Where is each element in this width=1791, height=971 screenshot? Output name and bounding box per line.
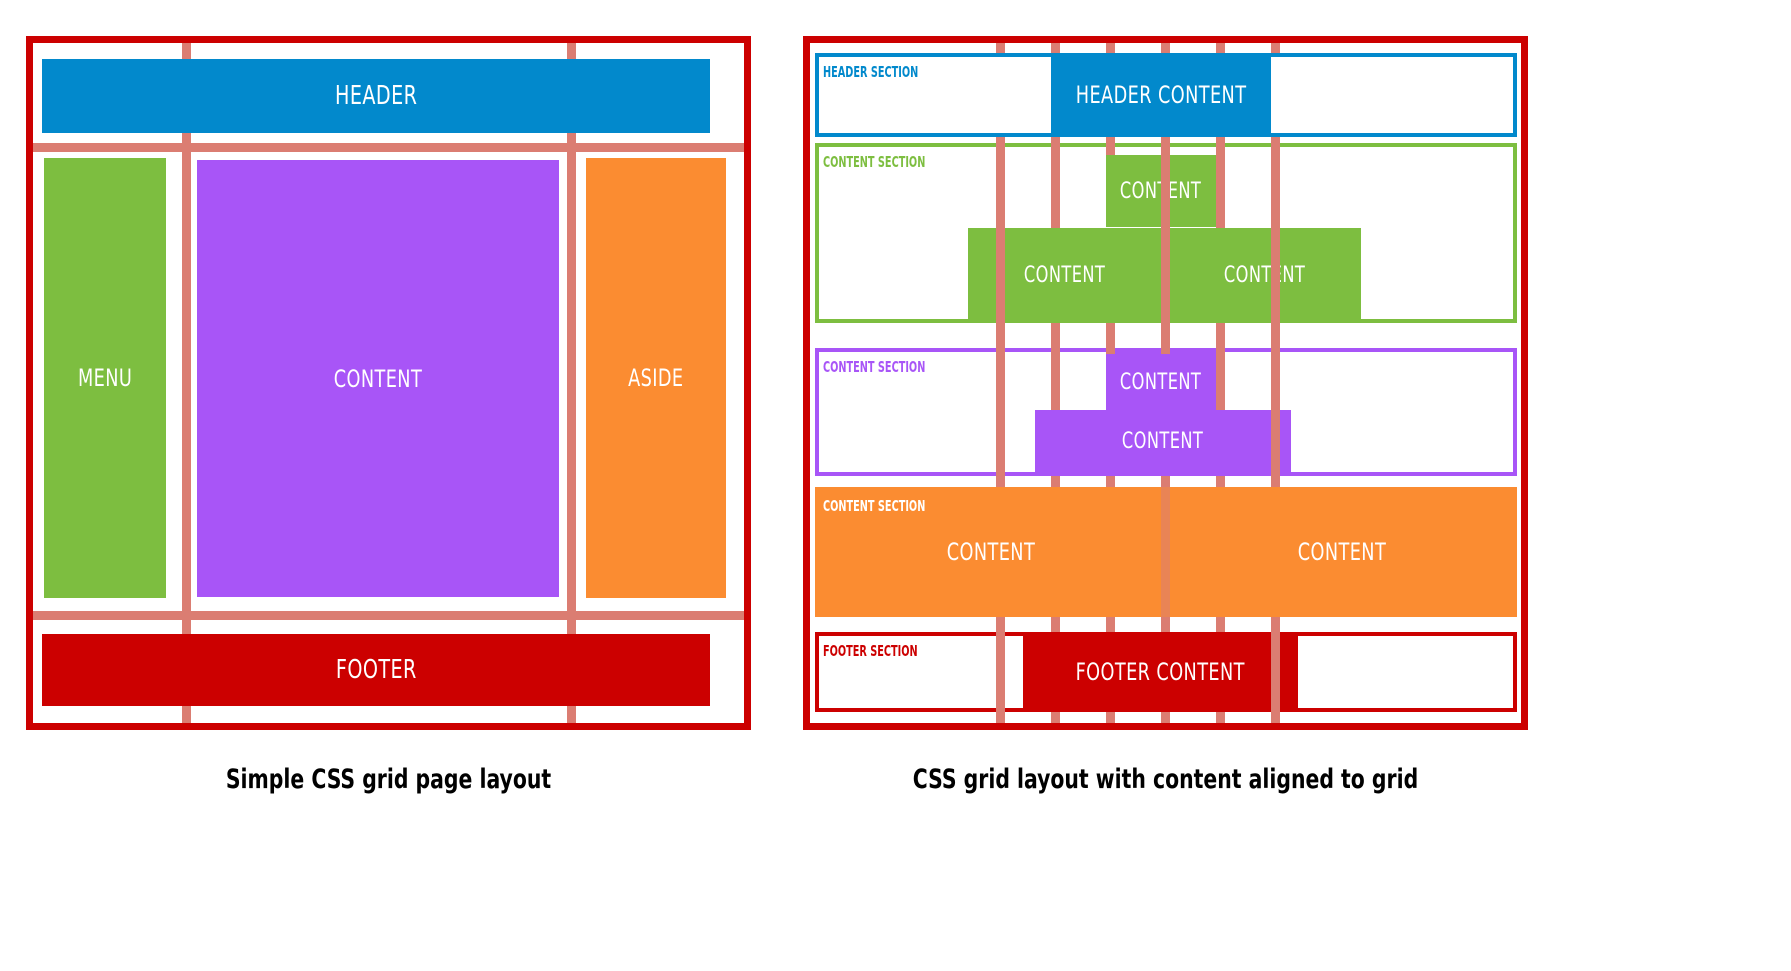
right-gridline-overlay-purple-4: [1161, 348, 1170, 354]
right-block-footer-content[interactable]: FOOTER CONTENT: [1023, 632, 1298, 712]
right-gridline-overlay-footer-6: [1271, 632, 1280, 712]
left-diagram-caption: Simple CSS grid page layout: [225, 764, 552, 795]
right-gridline-overlay-green-1: [996, 143, 1005, 323]
right-block-purple-content-1[interactable]: CONTENT: [1106, 352, 1216, 412]
right-gridline-overlay-green-6: [1271, 143, 1280, 323]
right-gridline-overlay-green-5: [1216, 143, 1225, 228]
right-content-section-green-label: CONTENT SECTION: [823, 153, 926, 171]
right-gridline-overlay-purple-3: [1106, 348, 1115, 354]
left-block-content[interactable]: CONTENT: [197, 160, 559, 597]
left-block-menu[interactable]: MENU: [44, 158, 166, 598]
left-block-menu-label: MENU: [77, 364, 133, 392]
left-block-header-label: HEADER: [334, 81, 418, 111]
left-block-footer-label: FOOTER: [335, 655, 417, 685]
right-gridline-overlay-footer-1: [996, 632, 1005, 712]
right-block-green-content-3[interactable]: CONTENT: [1168, 228, 1361, 323]
left-block-aside-label: ASIDE: [628, 364, 684, 392]
right-block-purple-content-2[interactable]: CONTENT: [1035, 410, 1291, 472]
right-block-header-content-label: HEADER CONTENT: [1075, 81, 1247, 109]
right-diagram: HEADER CONTENT HEADER SECTION CONTENT CO…: [790, 0, 1791, 971]
right-gridline-overlay-green-3: [1106, 143, 1115, 155]
right-gridline-overlay-orange-4: [1161, 487, 1170, 617]
left-diagram: HEADER MENU CONTENT ASIDE FOOTER Simple …: [0, 0, 790, 971]
diagram-canvas: HEADER MENU CONTENT ASIDE FOOTER Simple …: [0, 0, 1791, 971]
right-header-section-label: HEADER SECTION: [823, 63, 919, 81]
left-block-header[interactable]: HEADER: [42, 59, 710, 133]
right-block-header-content[interactable]: HEADER CONTENT: [1051, 53, 1271, 137]
left-block-content-label: CONTENT: [333, 364, 423, 393]
left-block-footer[interactable]: FOOTER: [42, 634, 710, 706]
right-gridline-overlay-green-2: [1051, 143, 1060, 228]
right-gridline-overlay-green-4: [1161, 143, 1170, 323]
right-content-section-purple-label: CONTENT SECTION: [823, 358, 926, 376]
right-content-section-orange-label: CONTENT SECTION: [823, 497, 926, 515]
right-gridline-overlay-purple-5: [1216, 348, 1225, 410]
right-gridline-overlay-purple-1: [996, 348, 1005, 476]
right-footer-section-label: FOOTER SECTION: [823, 642, 918, 660]
left-block-aside[interactable]: ASIDE: [586, 158, 726, 598]
right-diagram-caption: CSS grid layout with content aligned to …: [912, 764, 1419, 795]
right-gridline-overlay-purple-2: [1051, 348, 1060, 410]
right-block-orange-content-2: CONTENT: [1297, 538, 1386, 566]
right-gridline-overlay-purple-6: [1271, 348, 1280, 476]
